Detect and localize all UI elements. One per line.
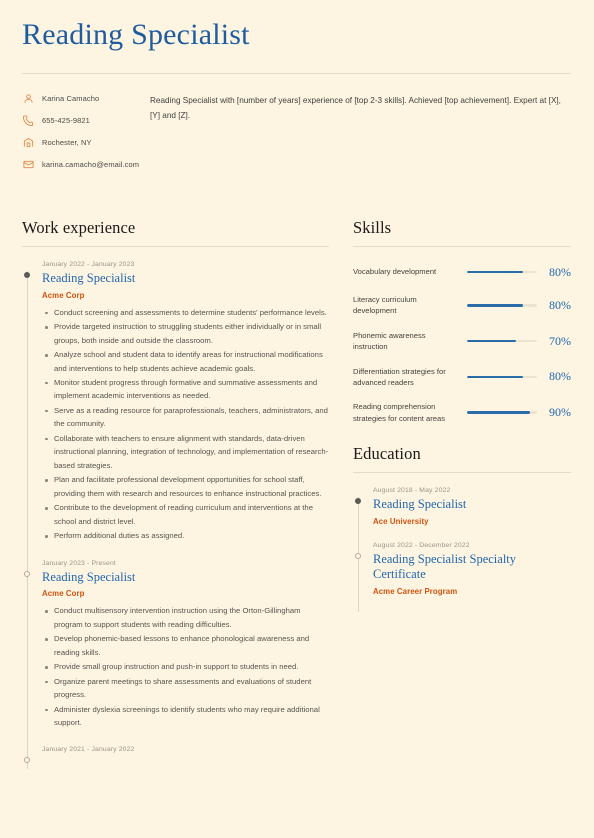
contact-text: Rochester, NY xyxy=(42,138,92,147)
skill-row: Phonemic awareness instruction 70% xyxy=(353,330,571,353)
skill-row: Vocabulary development 80% xyxy=(353,263,571,281)
timeline-entry: January 2021 - January 2022 xyxy=(24,746,329,769)
timeline-marker xyxy=(355,552,361,559)
entry-organization: Acme Corp xyxy=(42,290,85,300)
skill-row: Differentiation strategies for advanced … xyxy=(353,366,571,389)
right-column: Skills Vocabulary development 80% Literacy… xyxy=(353,218,571,769)
entry-date: January 2023 - Present xyxy=(42,559,116,567)
skill-label: Vocabulary development xyxy=(353,267,437,277)
work-experience-timeline: January 2022 - January 2023 Reading Speci… xyxy=(22,261,329,770)
resume-page: Reading Specialist Karina Camacho 655-425… xyxy=(0,0,594,838)
contact-list: Karina Camacho 655-425-9821 Rochester, NY k… xyxy=(22,92,147,180)
list-item: Organize parent meetings to share assess… xyxy=(42,675,329,702)
skill-row: Reading comprehension strategies for con… xyxy=(353,401,571,424)
contact-row: 655-425-9821 xyxy=(22,114,147,127)
skill-progress-fill xyxy=(467,270,523,274)
phone-icon xyxy=(22,114,35,127)
resume-header: Reading Specialist xyxy=(0,0,594,74)
skill-progress-bar xyxy=(467,411,537,414)
entry-title: Reading Specialist xyxy=(42,569,136,584)
skill-percent: 80% xyxy=(549,297,571,312)
list-item: Perform additional duties as assigned. xyxy=(42,529,329,542)
entry-title: Reading Specialist Specialty Certificate xyxy=(373,551,517,582)
profile-summary: Reading Specialist with [number of years… xyxy=(150,96,561,121)
skill-label: Literacy curriculum development xyxy=(353,295,417,316)
contact-row: Karina Camacho xyxy=(22,92,147,105)
timeline-entry: August 2022 - December 2022 Reading Speci… xyxy=(355,541,571,612)
entry-date: August 2022 - December 2022 xyxy=(373,541,470,549)
skill-progress-bar xyxy=(467,304,537,307)
entry-title: Reading Specialist xyxy=(42,271,136,285)
location-icon xyxy=(22,136,35,149)
education-heading: Education xyxy=(353,444,421,464)
skill-label: Differentiation strategies for advanced … xyxy=(353,366,446,387)
skill-percent: 80% xyxy=(549,264,571,279)
list-item: Analyze school and student data to ident… xyxy=(42,348,329,375)
skills-heading: Skills xyxy=(353,218,392,237)
entry-bullets: Conduct multisensory intervention instru… xyxy=(42,604,329,729)
education-divider xyxy=(353,472,571,474)
education-timeline: August 2018 - May 2022 Reading Specialist… xyxy=(353,487,571,612)
work-experience-divider xyxy=(22,246,329,247)
timeline-marker xyxy=(24,757,30,764)
left-column: Work experience January 2022 - January 2… xyxy=(22,218,329,770)
skill-progress-fill xyxy=(467,375,523,379)
list-item: Collaborate with teachers to ensure alig… xyxy=(42,432,329,472)
skills-list: Vocabulary development 80% Literacy curric… xyxy=(353,263,571,424)
entry-date: August 2018 - May 2022 xyxy=(373,487,451,495)
contact-summary-block: Karina Camacho 655-425-9821 Rochester, NY k… xyxy=(0,74,594,180)
skill-row: Literacy curriculum development 80% xyxy=(353,294,571,317)
list-item: Conduct multisensory intervention instru… xyxy=(42,604,329,631)
person-icon xyxy=(22,92,35,105)
body-columns: Work experience January 2022 - January 2… xyxy=(0,218,594,770)
skill-progress-fill xyxy=(467,411,530,414)
timeline-entry: January 2023 - Present Reading Specialist… xyxy=(24,559,329,747)
entry-date: January 2022 - January 2023 xyxy=(42,261,135,268)
list-item: Develop phonemic-based lessons to enhanc… xyxy=(42,632,329,659)
timeline-marker xyxy=(24,570,30,577)
skill-label: Phonemic awareness instruction xyxy=(353,330,426,352)
entry-bullets: Conduct screening and assessments to det… xyxy=(42,306,329,543)
skill-progress-bar xyxy=(467,270,537,274)
skill-progress-bar xyxy=(467,339,537,343)
list-item: Conduct screening and assessments to det… xyxy=(42,306,329,319)
contact-text: 655-425-9821 xyxy=(42,116,90,125)
list-item: Provide small group instruction and push… xyxy=(42,660,329,673)
skill-percent: 90% xyxy=(549,405,571,420)
timeline-marker xyxy=(355,498,361,505)
skill-percent: 80% xyxy=(549,369,571,384)
entry-date: January 2021 - January 2022 xyxy=(42,746,135,754)
contact-text: Karina Camacho xyxy=(42,94,100,103)
entry-title: Reading Specialist xyxy=(373,497,467,512)
skill-progress-bar xyxy=(467,375,537,379)
email-icon xyxy=(22,158,35,171)
skill-progress-fill xyxy=(467,304,523,307)
list-item: Plan and facilitate professional develop… xyxy=(42,473,329,500)
entry-organization: Ace University xyxy=(373,516,429,526)
education-block: Education August 2018 - May 2022 Reading … xyxy=(353,444,571,612)
skill-percent: 70% xyxy=(549,333,571,348)
skill-progress-fill xyxy=(467,339,516,343)
contact-text: karina.camacho@email.com xyxy=(42,160,140,169)
list-item: Serve as a reading resource for paraprof… xyxy=(42,404,329,431)
list-item: Monitor student progress through formati… xyxy=(42,376,329,403)
page-title: Reading Specialist xyxy=(22,18,250,51)
timeline-marker xyxy=(24,272,30,278)
entry-organization: Acme Career Program xyxy=(373,587,458,596)
list-item: Administer dyslexia screenings to identi… xyxy=(42,703,329,730)
list-item: Provide targeted instruction to struggli… xyxy=(42,320,329,347)
list-item: Contribute to the development of reading… xyxy=(42,501,329,528)
skill-label: Reading comprehension strategies for con… xyxy=(353,402,446,423)
work-experience-heading: Work experience xyxy=(22,218,136,237)
timeline-entry: August 2018 - May 2022 Reading Specialist… xyxy=(355,487,571,542)
entry-organization: Acme Corp xyxy=(42,589,85,599)
contact-row: Rochester, NY xyxy=(22,136,147,149)
timeline-entry: January 2022 - January 2023 Reading Speci… xyxy=(24,261,329,560)
skills-divider xyxy=(353,246,571,247)
contact-row: karina.camacho@email.com xyxy=(22,158,147,171)
